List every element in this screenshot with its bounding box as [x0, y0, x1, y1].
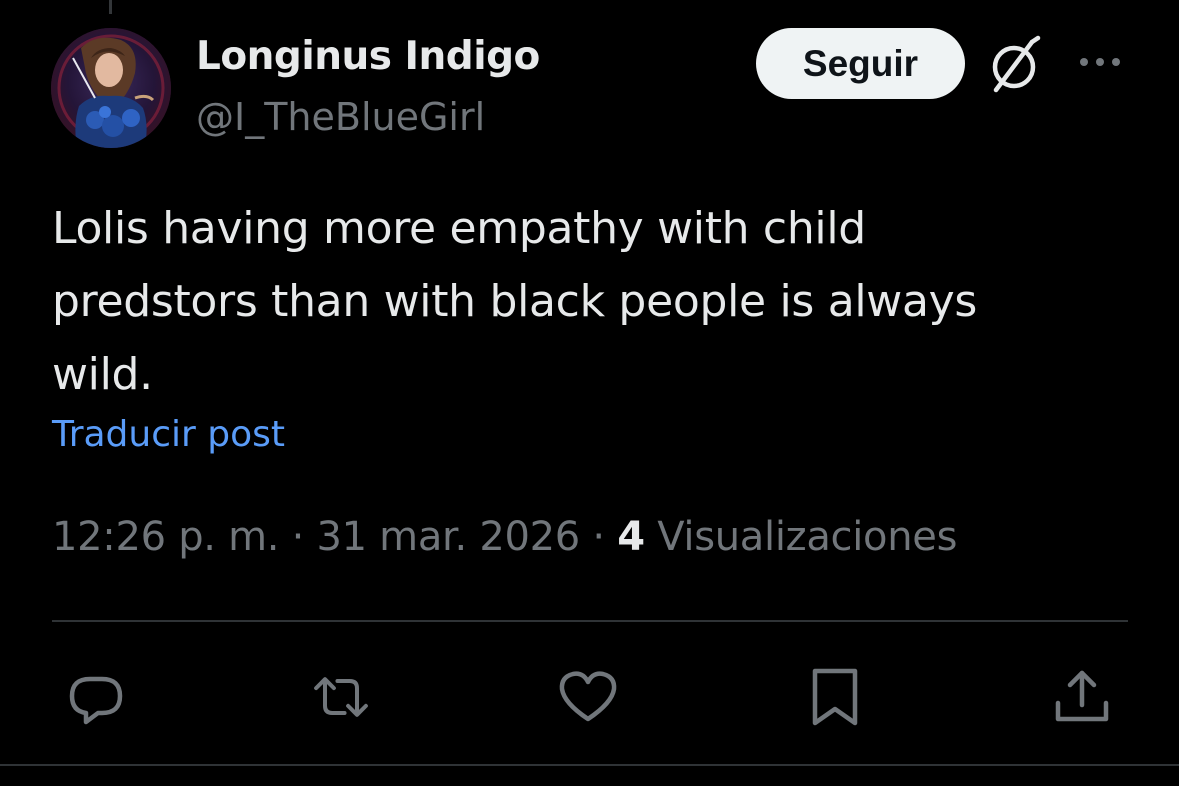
- post-meta: 12:26 p. m. · 31 mar. 2026 · 4 Visualiza…: [52, 514, 957, 560]
- post-time[interactable]: 12:26 p. m.: [52, 514, 280, 560]
- repost-button[interactable]: [309, 665, 373, 729]
- share-icon: [1055, 670, 1109, 722]
- avatar-image: [51, 28, 171, 148]
- translate-post-link[interactable]: Traducir post: [52, 414, 285, 455]
- meta-separator: ·: [291, 514, 305, 560]
- like-button[interactable]: [556, 665, 620, 729]
- views-count: 4: [617, 514, 645, 560]
- grok-slash-icon[interactable]: [984, 34, 1046, 96]
- avatar[interactable]: [51, 28, 171, 148]
- divider: [52, 620, 1128, 622]
- heart-icon: [559, 671, 617, 722]
- bottom-divider: [0, 764, 1179, 766]
- meta-separator: ·: [592, 514, 605, 560]
- bookmark-icon: [812, 668, 858, 726]
- repost-icon: [314, 677, 368, 717]
- share-button[interactable]: [1050, 665, 1114, 729]
- reply-icon: [69, 676, 123, 725]
- bookmark-button[interactable]: [803, 665, 867, 729]
- post-date[interactable]: 31 mar. 2026: [316, 514, 580, 560]
- author-handle[interactable]: @I_TheBlueGirl: [196, 95, 485, 139]
- follow-button[interactable]: Seguir: [756, 28, 965, 99]
- thread-connector-line: [109, 0, 112, 14]
- views-label: Visualizaciones: [657, 514, 958, 560]
- more-horizontal-icon[interactable]: [1074, 40, 1126, 84]
- author-display-name[interactable]: Longinus Indigo: [196, 34, 540, 79]
- post-text: Lolis having more empathy with child pre…: [52, 203, 978, 400]
- reply-button[interactable]: [64, 665, 128, 729]
